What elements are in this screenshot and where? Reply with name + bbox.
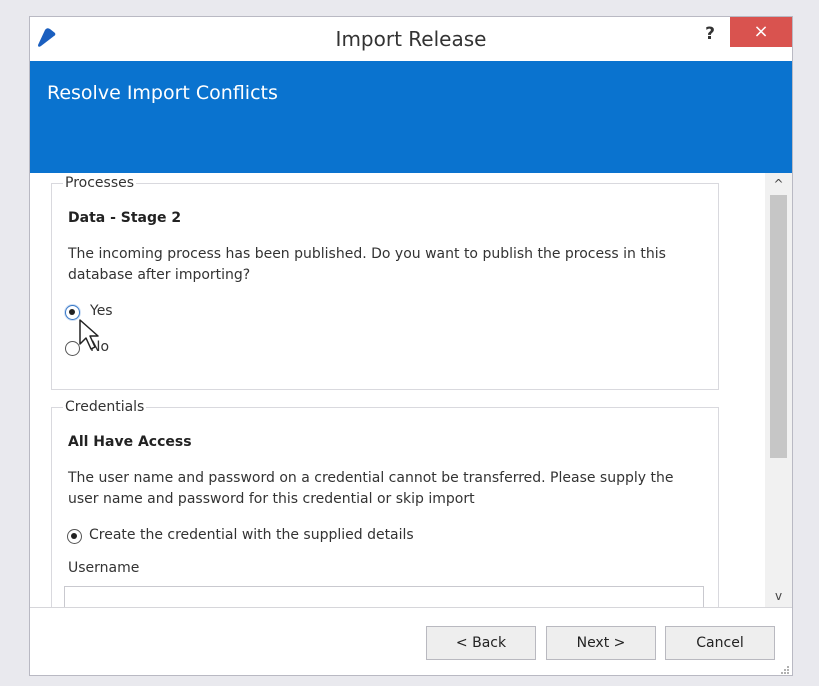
dialog-footer: < Back Next > Cancel	[30, 607, 792, 675]
chevron-up-icon[interactable]: ^	[765, 173, 792, 195]
next-button[interactable]: Next >	[546, 626, 656, 660]
processes-legend: Processes	[63, 175, 137, 191]
credentials-group: Credentials All Have Access The user nam…	[51, 399, 719, 607]
header-banner: Resolve Import Conflicts	[30, 61, 792, 173]
credential-name: All Have Access	[68, 434, 192, 450]
vertical-scrollbar[interactable]: ^ v	[765, 173, 792, 607]
create-credential-radio[interactable]	[67, 529, 82, 544]
cancel-button[interactable]: Cancel	[665, 626, 775, 660]
window-title: Import Release	[335, 27, 487, 51]
processes-group: Processes Data - Stage 2 The incoming pr…	[51, 175, 719, 390]
scrollbar-thumb[interactable]	[770, 195, 787, 458]
help-button[interactable]: ?	[697, 20, 723, 48]
back-button[interactable]: < Back	[426, 626, 536, 660]
title-bar: Import Release ? ×	[30, 17, 792, 61]
publish-yes-label[interactable]: Yes	[90, 303, 113, 319]
conflict-list: Processes Data - Stage 2 The incoming pr…	[30, 173, 765, 607]
username-label: Username	[68, 560, 140, 576]
close-button[interactable]: ×	[730, 17, 792, 47]
credential-description: The user name and password on a credenti…	[68, 470, 674, 507]
import-release-dialog: Import Release ? × Resolve Import Confli…	[29, 16, 793, 676]
process-name: Data - Stage 2	[68, 210, 182, 226]
mouse-pointer-icon	[79, 319, 99, 350]
chevron-down-icon[interactable]: v	[765, 585, 792, 607]
page-title: Resolve Import Conflicts	[47, 82, 278, 104]
credentials-legend: Credentials	[63, 399, 147, 415]
resize-grip-icon[interactable]	[780, 665, 790, 675]
username-input[interactable]	[64, 586, 704, 607]
process-description: The incoming process has been published.…	[68, 246, 666, 283]
create-credential-label[interactable]: Create the credential with the supplied …	[89, 527, 414, 543]
